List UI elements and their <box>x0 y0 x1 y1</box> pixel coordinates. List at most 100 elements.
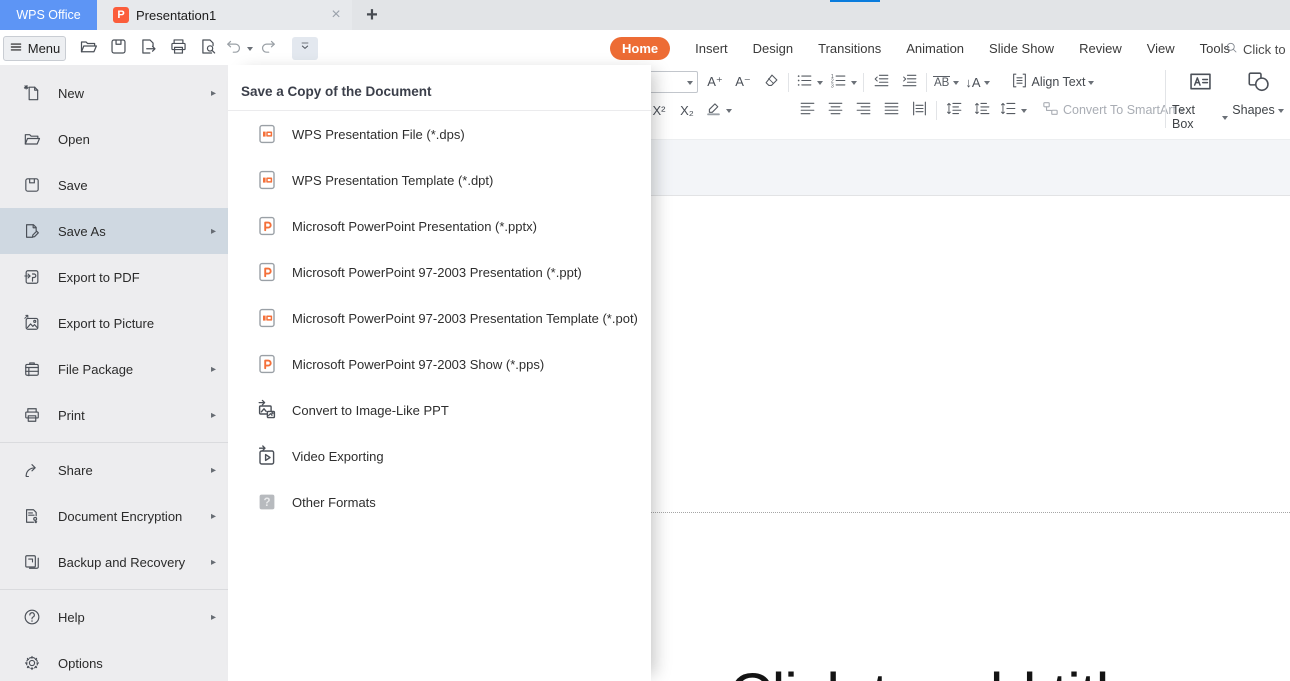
save-as-option-label: Video Exporting <box>292 448 384 464</box>
sidebar-item-share[interactable]: Share ▸ <box>0 447 228 493</box>
shapes-button[interactable]: Shapes <box>1230 68 1286 117</box>
spacing-before-icon <box>945 99 964 121</box>
sidebar-item-backup-and-recovery[interactable]: Backup and Recovery ▸ <box>0 539 228 585</box>
highlight-button[interactable] <box>704 98 732 122</box>
open-button[interactable] <box>76 37 100 61</box>
save-icon <box>22 175 42 195</box>
save-as-option-convert-image-ppt[interactable]: Convert to Image-Like PPT <box>228 387 651 433</box>
decrease-indent-button[interactable] <box>870 70 892 94</box>
printer-icon <box>168 36 189 62</box>
save-as-option-pot[interactable]: Microsoft PowerPoint 97-2003 Presentatio… <box>228 295 651 341</box>
dropdown-arrow-icon <box>726 108 732 116</box>
save-as-option-other-formats[interactable]: ? Other Formats <box>228 479 651 525</box>
bullets-button[interactable] <box>795 70 823 94</box>
text-box-button[interactable]: Text Box <box>1172 68 1228 131</box>
sidebar-item-label: Backup and Recovery <box>58 554 186 570</box>
doc-slide-icon <box>255 122 279 146</box>
align-left-button[interactable] <box>796 98 818 122</box>
ribbon-search[interactable]: Click to <box>1224 40 1290 58</box>
print-preview-button[interactable] <box>196 37 220 61</box>
save-as-option-pptx[interactable]: Microsoft PowerPoint Presentation (*.ppt… <box>228 203 651 249</box>
save-button[interactable] <box>106 37 130 61</box>
superscript-button[interactable]: X² <box>648 98 670 122</box>
ribbon-tab-design[interactable]: Design <box>753 41 793 56</box>
sidebar-item-save-as[interactable]: Save As ▸ <box>0 208 228 254</box>
sidebar-item-help[interactable]: Help ▸ <box>0 594 228 640</box>
clear-format-button[interactable] <box>760 70 782 94</box>
sidebar-divider <box>0 585 228 594</box>
save-as-option-dps[interactable]: WPS Presentation File (*.dps) <box>228 111 651 157</box>
wps-office-home-tab[interactable]: WPS Office <box>0 0 97 30</box>
slide-title-placeholder[interactable]: Click to add title <box>610 660 1260 681</box>
convert-smartart-button[interactable]: Convert To SmartArt <box>1041 98 1186 122</box>
sidebar-item-file-package[interactable]: File Package ▸ <box>0 346 228 392</box>
save-icon <box>108 36 129 62</box>
toolbar-collapse-button[interactable] <box>292 37 318 60</box>
align-right-button[interactable] <box>852 98 874 122</box>
ribbon-tab-transitions[interactable]: Transitions <box>818 41 881 56</box>
increase-indent-button[interactable] <box>898 70 920 94</box>
undo-dropdown-arrow-icon[interactable] <box>247 47 253 54</box>
ribbon-tab-insert[interactable]: Insert <box>695 41 728 56</box>
undo-icon <box>223 36 244 62</box>
redo-button[interactable] <box>256 37 280 61</box>
sidebar-item-save[interactable]: Save <box>0 162 228 208</box>
line-spacing-up-button[interactable] <box>943 98 965 122</box>
save-as-option-ppt[interactable]: Microsoft PowerPoint 97-2003 Presentatio… <box>228 249 651 295</box>
sidebar-item-document-encryption[interactable]: Document Encryption ▸ <box>0 493 228 539</box>
align-center-icon <box>826 99 845 121</box>
new-tab-button[interactable]: + <box>360 2 384 28</box>
spacing-after-icon <box>973 99 992 121</box>
ribbon-tab-review[interactable]: Review <box>1079 41 1122 56</box>
save-as-option-video-exporting[interactable]: Video Exporting <box>228 433 651 479</box>
ribbon-tab-bar: Home Insert Design Transitions Animation Slid… <box>610 35 1230 61</box>
undo-button[interactable] <box>223 36 253 62</box>
sidebar-item-label: File Package <box>58 361 134 377</box>
line-spacing-down-button[interactable] <box>971 98 993 122</box>
numbering-button[interactable]: 123 <box>829 70 857 94</box>
sidebar-item-open[interactable]: Open <box>0 116 228 162</box>
save-as-option-label: Microsoft PowerPoint Presentation (*.ppt… <box>292 218 537 234</box>
ribbon-tab-view[interactable]: View <box>1147 41 1175 56</box>
align-center-button[interactable] <box>824 98 846 122</box>
export-button[interactable] <box>136 37 160 61</box>
character-spacing-icon: AB <box>933 75 951 89</box>
sidebar-item-print[interactable]: Print ▸ <box>0 392 228 438</box>
menu-button[interactable]: Menu <box>3 36 66 61</box>
ribbon-separator <box>926 72 927 92</box>
sidebar-item-new[interactable]: New ▸ <box>0 70 228 116</box>
ribbon-tab-animation[interactable]: Animation <box>906 41 964 56</box>
sidebar-item-label: Share <box>58 462 93 478</box>
submenu-arrow-icon: ▸ <box>210 464 216 476</box>
other-formats-icon: ? <box>255 490 279 514</box>
decrease-font-button[interactable]: A⁻ <box>732 70 754 94</box>
dropdown-arrow-icon <box>1222 115 1228 123</box>
character-spacing-button[interactable]: AB <box>933 70 960 94</box>
increase-font-button[interactable]: A⁺ <box>704 70 726 94</box>
submenu-title: Save a Copy of the Document <box>241 84 432 99</box>
print-preview-icon <box>198 36 219 62</box>
document-tab-title: Presentation1 <box>136 7 217 23</box>
print-button[interactable] <box>166 37 190 61</box>
save-as-option-label: WPS Presentation Template (*.dpt) <box>292 172 494 188</box>
align-text-button[interactable]: Align Text <box>1010 70 1095 94</box>
line-spacing-button[interactable] <box>999 98 1027 122</box>
align-text-label: Align Text <box>1031 75 1086 89</box>
sidebar-item-export-to-pdf[interactable]: Export to PDF <box>0 254 228 300</box>
subscript-button[interactable]: X₂ <box>676 98 698 122</box>
dropdown-arrow-icon <box>687 80 693 88</box>
sidebar-item-export-to-picture[interactable]: Export to Picture <box>0 300 228 346</box>
sidebar-item-options[interactable]: Options <box>0 640 228 681</box>
chevron-down-icon <box>297 38 313 59</box>
document-tab[interactable]: P Presentation1 <box>97 0 352 30</box>
save-as-option-pps[interactable]: Microsoft PowerPoint 97-2003 Show (*.pps… <box>228 341 651 387</box>
text-direction-button[interactable]: ↓A <box>965 70 990 94</box>
ribbon-tab-slide-show[interactable]: Slide Show <box>989 41 1054 56</box>
close-tab-icon[interactable]: × <box>326 5 346 25</box>
distribute-button[interactable] <box>908 98 930 122</box>
ribbon-separator <box>788 72 789 92</box>
ribbon-tab-home[interactable]: Home <box>610 36 671 60</box>
save-as-option-dpt[interactable]: WPS Presentation Template (*.dpt) <box>228 157 651 203</box>
distribute-text-icon <box>910 99 929 121</box>
justify-button[interactable] <box>880 98 902 122</box>
